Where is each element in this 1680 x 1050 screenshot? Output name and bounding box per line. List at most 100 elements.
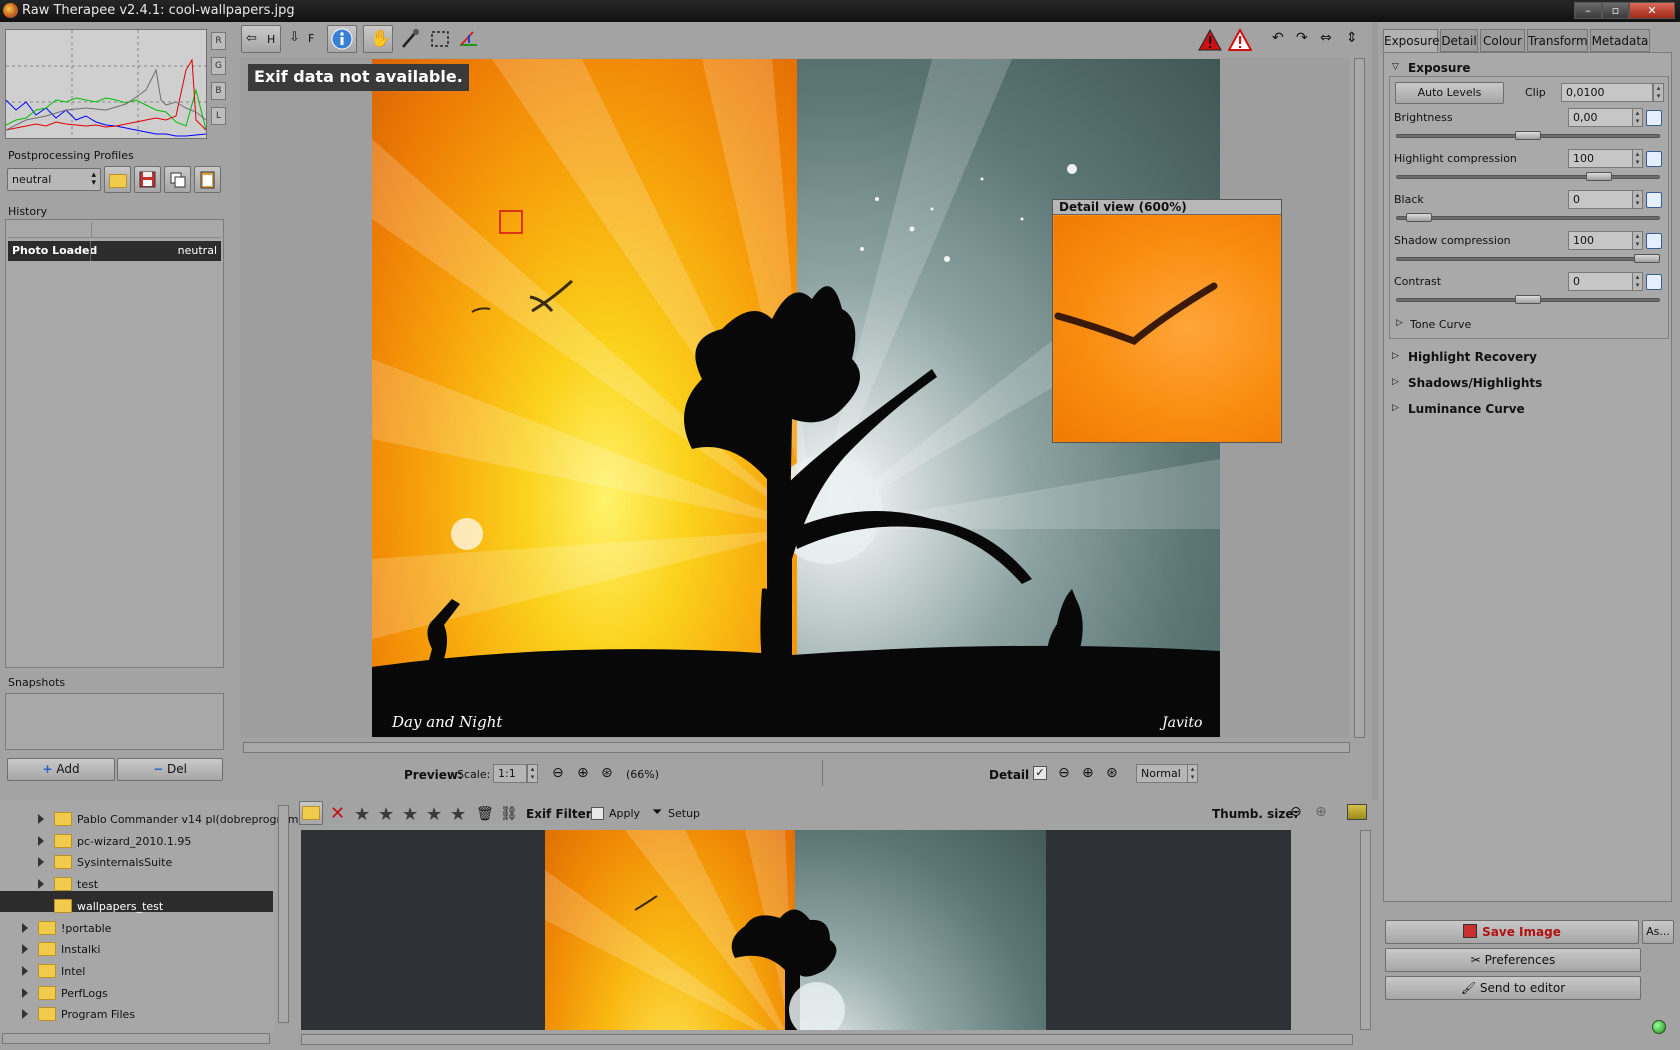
scale-select[interactable]: 1:1 bbox=[493, 764, 527, 783]
tree-row[interactable]: wallpapers_test bbox=[0, 896, 273, 916]
canvas-horizontal-scrollbar[interactable] bbox=[243, 742, 1350, 753]
highlight-compression-reset-icon[interactable] bbox=[1646, 151, 1662, 167]
profile-select[interactable]: neutral ▴ ▾ bbox=[7, 168, 101, 191]
expander-closed-icon[interactable]: ▷ bbox=[1392, 351, 1399, 361]
luminance-curve-expander[interactable]: Luminance Curve bbox=[1408, 402, 1525, 416]
shadow-compression-input[interactable]: 100 bbox=[1568, 231, 1633, 250]
brightness-slider-knob[interactable] bbox=[1515, 131, 1541, 140]
expand-arrow-icon[interactable] bbox=[38, 814, 44, 824]
highlight-recovery-expander[interactable]: Highlight Recovery bbox=[1408, 350, 1537, 364]
shadow-compression-spin[interactable]: ▴ ▾ bbox=[1632, 231, 1643, 250]
shadows-highlights-expander[interactable]: Shadows/Highlights bbox=[1408, 376, 1542, 390]
expander-closed-icon[interactable]: ▷ bbox=[1392, 403, 1399, 413]
highlight-compression-input[interactable]: 100 bbox=[1568, 149, 1633, 168]
delete-snapshot-button[interactable]: − Del bbox=[117, 758, 223, 781]
thumbnail-image[interactable] bbox=[545, 830, 1046, 1030]
highlight-compression-spin[interactable]: ▴ ▾ bbox=[1632, 149, 1643, 168]
mode-spin[interactable]: ▴ ▾ bbox=[1187, 764, 1198, 783]
black-reset-icon[interactable] bbox=[1646, 192, 1662, 208]
filter-funnel-icon[interactable]: ⏷ bbox=[652, 805, 662, 820]
save-as-button[interactable]: As... bbox=[1642, 920, 1674, 944]
clip-spin[interactable]: ▴ ▾ bbox=[1653, 83, 1664, 102]
channel-l-toggle[interactable]: L bbox=[211, 107, 226, 125]
contrast-reset-icon[interactable] bbox=[1646, 274, 1662, 290]
expand-arrow-icon[interactable] bbox=[22, 923, 28, 933]
apply-checkbox[interactable] bbox=[591, 807, 604, 820]
star-filter-4-icon[interactable]: ★ bbox=[426, 804, 442, 825]
highlight-compression-slider[interactable] bbox=[1396, 175, 1660, 179]
thumb-zoom-in-icon[interactable]: ⊕ bbox=[1315, 804, 1327, 820]
save-profile-button[interactable] bbox=[134, 166, 161, 193]
trash-filter-x-icon[interactable]: ✕ bbox=[330, 803, 345, 824]
maximize-button[interactable]: ▫ bbox=[1602, 2, 1629, 19]
save-image-button[interactable]: Save Image bbox=[1385, 920, 1639, 944]
setup-button[interactable]: Setup bbox=[668, 807, 700, 820]
expand-arrow-icon[interactable] bbox=[38, 857, 44, 867]
tree-row[interactable]: test bbox=[0, 874, 273, 894]
minimize-button[interactable]: – bbox=[1574, 2, 1602, 19]
tree-row[interactable]: !portable bbox=[0, 918, 273, 938]
add-snapshot-button[interactable]: + Add bbox=[7, 758, 115, 781]
tree-row[interactable]: SysinternalsSuite bbox=[0, 852, 273, 872]
expand-arrow-icon[interactable] bbox=[38, 879, 44, 889]
tab-exposure[interactable]: Exposure bbox=[1383, 29, 1440, 52]
send-to-editor-button[interactable]: 🖌 Send to editor bbox=[1385, 976, 1641, 1000]
straighten-tool-button[interactable] bbox=[455, 25, 483, 53]
channel-r-toggle[interactable]: R bbox=[211, 32, 226, 50]
tree-row[interactable]: Program Files bbox=[0, 1004, 273, 1024]
tree-row[interactable]: pc-wizard_2010.1.95 bbox=[0, 831, 273, 851]
brightness-spin[interactable]: ▴ ▾ bbox=[1632, 108, 1643, 127]
trash-icon[interactable]: 🗑 bbox=[476, 806, 494, 822]
clip-input[interactable]: 0,0100 bbox=[1561, 83, 1653, 102]
expand-arrow-icon[interactable] bbox=[22, 1009, 28, 1019]
show-folders-button[interactable] bbox=[299, 801, 323, 825]
detail-zoom-in-icon[interactable]: ⊕ bbox=[1082, 765, 1094, 781]
color-picker-button[interactable] bbox=[396, 25, 424, 53]
flip-horizontal-icon[interactable]: ⇔ bbox=[1320, 30, 1332, 46]
contrast-input[interactable]: 0 bbox=[1568, 272, 1633, 291]
tab-metadata[interactable]: Metadata bbox=[1590, 29, 1650, 52]
thumbnail-horizontal-scrollbar[interactable] bbox=[301, 1034, 1353, 1045]
detail-checkbox[interactable]: ✓ bbox=[1033, 766, 1047, 780]
expander-open-icon[interactable]: ▽ bbox=[1392, 62, 1399, 72]
canvas-vertical-scrollbar[interactable] bbox=[1354, 58, 1365, 738]
contrast-spin[interactable]: ▴ ▾ bbox=[1632, 272, 1643, 291]
channel-b-toggle[interactable]: B bbox=[211, 82, 226, 100]
tree-vertical-scrollbar[interactable] bbox=[278, 805, 289, 1023]
highlight-compression-slider-knob[interactable] bbox=[1586, 172, 1613, 181]
zoom-out-icon[interactable]: ⊖ bbox=[552, 765, 564, 781]
shadow-clip-warning-icon[interactable] bbox=[1198, 28, 1222, 52]
open-profile-button[interactable] bbox=[104, 166, 131, 193]
tree-row[interactable]: Intel bbox=[0, 961, 273, 981]
flip-vertical-icon[interactable]: ⇕ bbox=[1346, 30, 1358, 46]
zoom-fit-icon[interactable]: ⊛ bbox=[601, 765, 613, 781]
black-spin[interactable]: ▴ ▾ bbox=[1632, 190, 1643, 209]
expand-arrow-icon[interactable] bbox=[22, 988, 28, 998]
tree-row[interactable]: Pablo Commander v14 pl(dobreprogramy bbox=[0, 809, 305, 829]
star-filter-2-icon[interactable]: ★ bbox=[378, 804, 394, 825]
rotate-left-icon[interactable]: ↶ bbox=[1272, 30, 1284, 46]
hand-tool-button[interactable]: ✋ bbox=[363, 25, 393, 53]
detail-zoom-100-icon[interactable]: ⊛ bbox=[1106, 765, 1118, 781]
rotate-right-icon[interactable]: ↷ bbox=[1296, 30, 1308, 46]
expander-closed-icon[interactable]: ▷ bbox=[1396, 318, 1403, 328]
channel-g-toggle[interactable]: G bbox=[211, 57, 226, 75]
link-icon[interactable]: ⛓ bbox=[500, 806, 518, 822]
thumb-options-icon[interactable] bbox=[1347, 804, 1367, 820]
tree-horizontal-scrollbar[interactable] bbox=[2, 1033, 270, 1044]
expand-arrow-icon[interactable] bbox=[22, 944, 28, 954]
info-toggle-button[interactable] bbox=[327, 25, 357, 53]
highlight-clip-warning-icon[interactable] bbox=[1227, 27, 1253, 52]
detail-zoom-out-icon[interactable]: ⊖ bbox=[1058, 765, 1070, 781]
star-filter-5-icon[interactable]: ★ bbox=[450, 804, 466, 825]
scale-spin[interactable]: ▴ ▾ bbox=[527, 764, 538, 783]
brightness-reset-icon[interactable] bbox=[1646, 110, 1662, 126]
thumb-zoom-out-icon[interactable]: ⊖ bbox=[1290, 804, 1302, 820]
detail-view-popup[interactable]: Detail view (600%) bbox=[1052, 199, 1282, 443]
black-slider-knob[interactable] bbox=[1405, 213, 1432, 222]
expand-arrow-icon[interactable] bbox=[22, 966, 28, 976]
tab-colour[interactable]: Colour bbox=[1480, 29, 1525, 52]
thumbnail-vertical-scrollbar[interactable] bbox=[1360, 830, 1371, 1030]
paste-profile-button[interactable] bbox=[194, 166, 221, 193]
zoom-in-icon[interactable]: ⊕ bbox=[577, 765, 589, 781]
